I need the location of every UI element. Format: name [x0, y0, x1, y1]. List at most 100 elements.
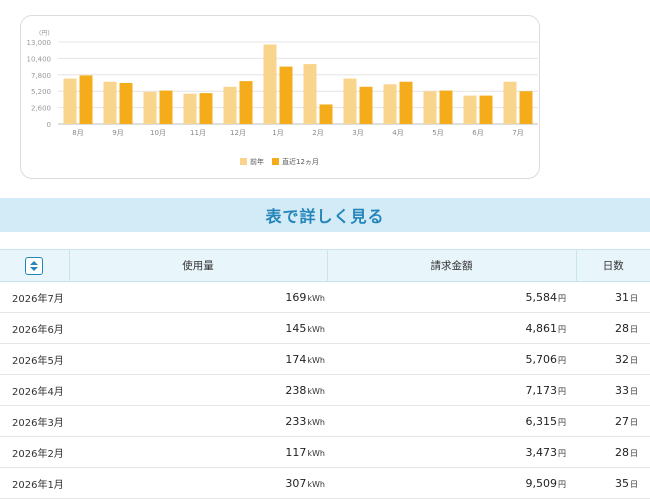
row-amount: 9,509円	[327, 467, 576, 499]
bar-recent-12-months	[519, 91, 533, 124]
usage-table: 使用量 請求金額 日数 2026年7月 169kWh 5,584円 31日 2026年6…	[0, 249, 650, 499]
x-tick-label: 2月	[312, 129, 323, 137]
sort-button[interactable]	[25, 256, 44, 275]
amount-value: 4,861	[525, 321, 558, 335]
bar-recent-12-months	[359, 86, 373, 124]
days-value: 28	[615, 445, 629, 459]
usage-unit: kWh	[307, 448, 325, 458]
x-tick-label: 4月	[392, 129, 403, 137]
row-days: 28日	[576, 436, 650, 468]
bar-recent-12-months	[199, 93, 213, 124]
bar-recent-12-months	[399, 81, 413, 124]
row-amount: 7,173円	[327, 374, 576, 406]
usage-unit: kWh	[307, 293, 325, 303]
bar-recent-12-months	[439, 90, 453, 124]
usage-unit: kWh	[307, 386, 325, 396]
header-usage: 使用量	[68, 249, 327, 282]
row-period: 2026年5月	[0, 343, 69, 375]
legend-label: 前年	[250, 157, 264, 166]
x-tick-label: 7月	[512, 129, 523, 137]
row-days: 32日	[576, 343, 650, 375]
days-value: 27	[615, 414, 629, 428]
days-value: 28	[615, 321, 629, 335]
bar-previous-year	[423, 91, 437, 124]
usage-value: 174	[285, 352, 307, 366]
table-row: 2026年7月 169kWh 5,584円 31日	[0, 281, 650, 313]
header-days: 日数	[575, 249, 650, 282]
usage-bar-chart: (円) 0 2,600 5,200 7,800 10,400 13,000 8月 9月 10月 11…	[27, 30, 538, 166]
row-usage: 117kWh	[69, 436, 327, 468]
bar-previous-year	[343, 78, 357, 124]
period-text: 2026年1月	[12, 479, 64, 491]
row-days: 28日	[576, 312, 650, 344]
row-amount: 4,861円	[327, 312, 576, 344]
days-value: 35	[615, 476, 629, 490]
usage-unit: kWh	[307, 355, 325, 365]
row-usage: 238kWh	[69, 374, 327, 406]
row-usage: 174kWh	[69, 343, 327, 375]
usage-value: 145	[285, 321, 307, 335]
row-days: 31日	[576, 281, 650, 313]
amount-unit: 円	[558, 355, 566, 365]
period-text: 2026年5月	[12, 355, 64, 367]
row-days: 35日	[576, 467, 650, 499]
table-toggle-band[interactable]: 表で詳しく見る	[0, 198, 650, 232]
sort-header	[0, 249, 69, 282]
bar-previous-year	[383, 84, 397, 124]
days-value: 31	[615, 290, 629, 304]
legend-swatch	[272, 158, 279, 165]
amount-unit: 円	[558, 417, 566, 427]
show-table-link[interactable]: 表で詳しく見る	[265, 203, 384, 227]
bar-recent-12-months	[119, 83, 133, 124]
y-tick-label: 7,800	[31, 72, 51, 80]
row-amount: 6,315円	[327, 405, 576, 437]
legend-label: 直近12ヵ月	[282, 157, 319, 166]
days-unit: 日	[630, 324, 638, 334]
bar-previous-year	[503, 81, 517, 124]
bar-previous-year	[63, 78, 77, 124]
amount-unit: 円	[558, 479, 566, 489]
legend-swatch	[240, 158, 247, 165]
y-tick-label: 10,400	[27, 55, 52, 63]
x-tick-label: 6月	[472, 129, 483, 137]
table-row: 2026年1月 307kWh 9,509円 35日	[0, 467, 650, 499]
usage-value: 169	[285, 290, 307, 304]
bar-recent-12-months	[319, 104, 333, 124]
bar-recent-12-months	[239, 81, 253, 124]
usage-chart-card: (円) 0 2,600 5,200 7,800 10,400 13,000 8月 9月 10月 11…	[20, 15, 540, 179]
days-value: 32	[615, 352, 629, 366]
period-text: 2026年6月	[12, 324, 64, 336]
y-tick-label: 5,200	[31, 88, 51, 96]
days-unit: 日	[630, 479, 638, 489]
amount-value: 6,315	[525, 414, 558, 428]
amount-unit: 円	[558, 448, 566, 458]
row-days: 27日	[576, 405, 650, 437]
x-tick-label: 12月	[230, 129, 246, 137]
x-tick-label: 9月	[112, 129, 123, 137]
days-unit: 日	[630, 448, 638, 458]
bar-recent-12-months	[159, 90, 173, 124]
row-usage: 145kWh	[69, 312, 327, 344]
amount-unit: 円	[558, 386, 566, 396]
amount-value: 7,173	[525, 383, 558, 397]
sort-up-down-icon	[30, 260, 39, 271]
period-text: 2026年7月	[12, 293, 64, 305]
y-tick-label: 2,600	[31, 105, 51, 113]
x-tick-label: 1月	[272, 129, 283, 137]
row-period: 2026年2月	[0, 436, 69, 468]
table-row: 2026年2月 117kWh 3,473円 28日	[0, 436, 650, 468]
amount-value: 5,706	[525, 352, 558, 366]
usage-value: 238	[285, 383, 307, 397]
table-row: 2026年6月 145kWh 4,861円 28日	[0, 312, 650, 344]
row-days: 33日	[576, 374, 650, 406]
period-text: 2026年2月	[12, 448, 64, 460]
x-tick-label: 11月	[190, 129, 206, 137]
row-usage: 169kWh	[69, 281, 327, 313]
usage-value: 233	[285, 414, 307, 428]
x-tick-label: 8月	[72, 129, 83, 137]
row-usage: 233kWh	[69, 405, 327, 437]
amount-unit: 円	[558, 293, 566, 303]
row-amount: 3,473円	[327, 436, 576, 468]
row-period: 2026年6月	[0, 312, 69, 344]
header-amount: 請求金額	[326, 249, 576, 282]
